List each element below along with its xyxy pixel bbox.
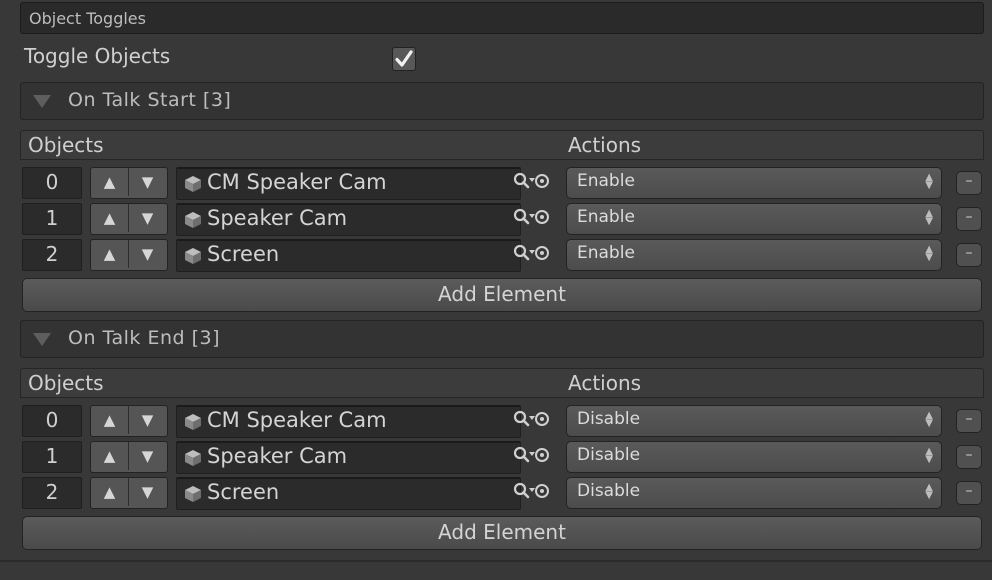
action-value: Enable [577,207,635,227]
list-column-header: Objects Actions [20,130,984,160]
cube-icon [183,247,203,265]
chevron-updown-icon: ▲ ▼ [925,244,933,263]
triangle-down-icon [33,333,51,346]
action-dropdown[interactable]: Enable ▲ ▼ [566,167,942,199]
move-down-button[interactable]: ▼ [129,168,166,196]
object-name: Screen [207,480,280,504]
action-value: Enable [577,171,635,191]
move-down-button[interactable]: ▼ [129,478,166,506]
action-dropdown[interactable]: Enable ▲ ▼ [566,203,942,235]
move-up-button[interactable]: ▲ [91,204,129,232]
remove-element-button[interactable]: – [956,207,982,231]
cube-icon [183,413,203,431]
remove-element-button[interactable]: – [956,171,982,195]
list-row: 0 ▲ ▼ CM Speaker Cam Disable ▲ ▼ – [20,404,984,440]
move-down-button[interactable]: ▼ [129,406,166,434]
reorder-buttons: ▲ ▼ [90,203,168,235]
object-picker-icon[interactable] [513,171,553,193]
divider [0,560,992,562]
reorder-buttons: ▲ ▼ [90,239,168,271]
row-index-field[interactable]: 2 [22,239,82,271]
object-picker-icon[interactable] [513,481,553,503]
object-name: CM Speaker Cam [207,170,387,194]
object-picker-icon[interactable] [513,243,553,265]
row-index-field[interactable]: 0 [22,167,82,199]
list-row: 2 ▲ ▼ Screen Enable ▲ ▼ – [20,238,984,274]
object-field[interactable]: Speaker Cam [176,441,521,474]
remove-element-button[interactable]: – [956,481,982,505]
action-dropdown[interactable]: Enable ▲ ▼ [566,239,942,271]
remove-element-button[interactable]: – [956,445,982,469]
chevron-updown-icon: ▲ ▼ [925,208,933,227]
list-row: 0 ▲ ▼ CM Speaker Cam Enable ▲ ▼ – [20,166,984,202]
reorder-buttons: ▲ ▼ [90,167,168,199]
action-dropdown[interactable]: Disable ▲ ▼ [566,405,942,437]
chevron-updown-icon: ▲ ▼ [925,172,933,191]
column-actions: Actions [568,133,642,157]
move-up-button[interactable]: ▲ [91,442,129,470]
object-field[interactable]: CM Speaker Cam [176,405,521,438]
reorder-buttons: ▲ ▼ [90,441,168,473]
add-element-button[interactable]: Add Element [22,516,982,550]
object-picker-icon[interactable] [513,207,553,229]
move-up-button[interactable]: ▲ [91,168,129,196]
remove-element-button[interactable]: – [956,243,982,267]
object-name: Screen [207,242,280,266]
foldout-on-talk-start[interactable]: On Talk Start [3] [20,82,984,120]
move-up-button[interactable]: ▲ [91,478,129,506]
cube-icon [183,211,203,229]
column-actions: Actions [568,371,642,395]
reorder-buttons: ▲ ▼ [90,477,168,509]
add-element-button[interactable]: Add Element [22,278,982,312]
object-picker-icon[interactable] [513,409,553,431]
cube-icon [183,449,203,467]
object-field[interactable]: Screen [176,477,521,510]
row-index-field[interactable]: 1 [22,203,82,235]
foldout-on-talk-end[interactable]: On Talk End [3] [20,320,984,358]
chevron-updown-icon: ▲ ▼ [925,446,933,465]
move-up-button[interactable]: ▲ [91,240,129,268]
section-header-title: Object Toggles [29,9,146,28]
cube-icon [183,485,203,503]
object-field[interactable]: Screen [176,239,521,272]
object-name: Speaker Cam [207,206,348,230]
move-down-button[interactable]: ▼ [129,204,166,232]
row-index-field[interactable]: 2 [22,477,82,509]
action-value: Disable [577,481,641,501]
object-picker-icon[interactable] [513,445,553,467]
row-index-field[interactable]: 0 [22,405,82,437]
action-dropdown[interactable]: Disable ▲ ▼ [566,441,942,473]
object-name: CM Speaker Cam [207,408,387,432]
checkmark-icon [395,50,413,67]
triangle-down-icon [33,95,51,108]
chevron-updown-icon: ▲ ▼ [925,482,933,501]
action-value: Disable [577,445,641,465]
foldout-title: On Talk Start [3] [68,89,232,111]
remove-element-button[interactable]: – [956,409,982,433]
section-header: Object Toggles [20,2,984,34]
list-row: 1 ▲ ▼ Speaker Cam Enable ▲ ▼ – [20,202,984,238]
list-column-header: Objects Actions [20,368,984,398]
object-field[interactable]: CM Speaker Cam [176,167,521,200]
row-index-field[interactable]: 1 [22,441,82,473]
action-value: Enable [577,243,635,263]
column-objects: Objects [28,133,104,157]
object-name: Speaker Cam [207,444,348,468]
chevron-updown-icon: ▲ ▼ [925,410,933,429]
move-down-button[interactable]: ▼ [129,240,166,268]
object-field[interactable]: Speaker Cam [176,203,521,236]
action-dropdown[interactable]: Disable ▲ ▼ [566,477,942,509]
move-up-button[interactable]: ▲ [91,406,129,434]
toggle-objects-checkbox[interactable] [392,47,416,71]
column-objects: Objects [28,371,104,395]
action-value: Disable [577,409,641,429]
move-down-button[interactable]: ▼ [129,442,166,470]
list-row: 1 ▲ ▼ Speaker Cam Disable ▲ ▼ – [20,440,984,476]
list-row: 2 ▲ ▼ Screen Disable ▲ ▼ – [20,476,984,512]
foldout-title: On Talk End [3] [68,327,221,349]
toggle-objects-label: Toggle Objects [24,44,171,68]
cube-icon [183,175,203,193]
reorder-buttons: ▲ ▼ [90,405,168,437]
